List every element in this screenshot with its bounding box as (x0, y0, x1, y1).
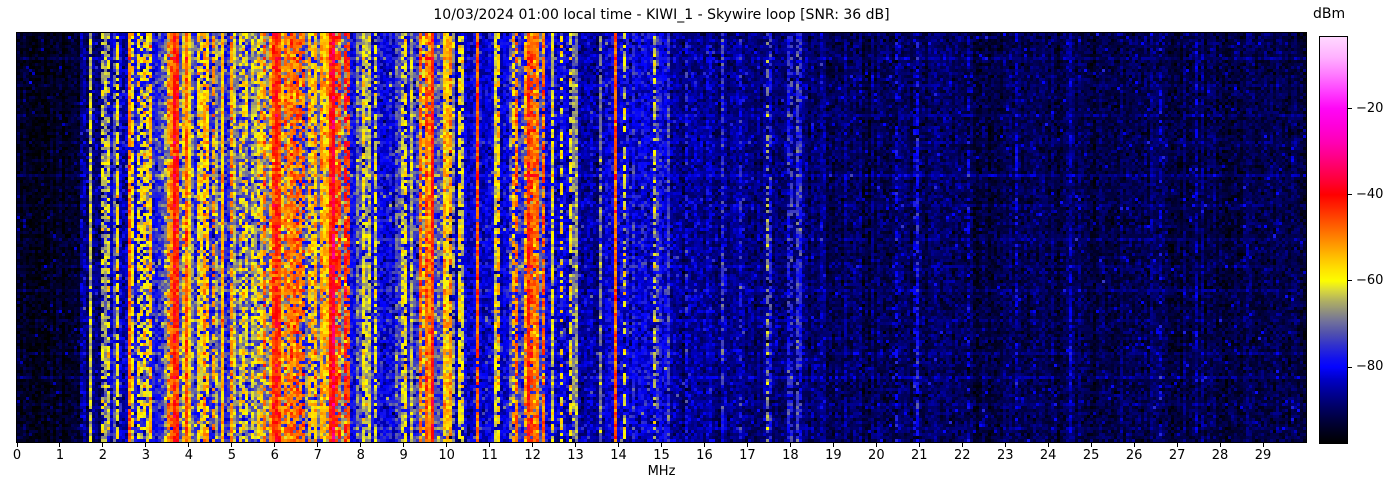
colorbar-tick-mark (1348, 280, 1352, 282)
x-tick-label: 15 (653, 448, 670, 463)
colorbar-tick-label: −20 (1356, 100, 1384, 116)
x-tick-label: 6 (270, 448, 279, 463)
x-tick-label: 8 (356, 448, 365, 463)
x-tick-label: 17 (739, 448, 756, 463)
x-tick-label: 9 (399, 448, 408, 463)
x-tick-label: 13 (567, 448, 584, 463)
colorbar-tick-label: −60 (1356, 272, 1384, 288)
x-tick-mark (59, 443, 61, 447)
x-tick-mark (1176, 443, 1178, 447)
x-tick-label: 16 (696, 448, 713, 463)
x-tick-mark (188, 443, 190, 447)
x-tick-label: 11 (481, 448, 498, 463)
x-tick-mark (746, 443, 748, 447)
x-tick-mark (575, 443, 577, 447)
x-tick-mark (875, 443, 877, 447)
x-tick-mark (1262, 443, 1264, 447)
colorbar-tick-mark (1348, 366, 1352, 368)
x-tick-mark (403, 443, 405, 447)
x-tick-mark (1133, 443, 1135, 447)
x-tick-mark (1047, 443, 1049, 447)
x-tick-label: 10 (438, 448, 455, 463)
x-tick-label: 25 (1082, 448, 1100, 463)
x-tick-label: 7 (313, 448, 322, 463)
x-tick-label: 3 (141, 448, 151, 463)
x-tick-mark (317, 443, 319, 447)
x-tick-label: 29 (1254, 448, 1272, 463)
x-tick-mark (16, 443, 18, 447)
x-tick-mark (661, 443, 662, 447)
x-tick-mark (145, 443, 147, 447)
x-tick-mark (532, 443, 534, 447)
x-tick-label: 22 (953, 448, 971, 463)
x-tick-mark (489, 443, 491, 447)
x-tick-mark (703, 443, 705, 447)
x-tick-label: 2 (98, 448, 108, 463)
spectrogram-canvas (17, 33, 1306, 442)
x-tick-label: 18 (782, 448, 799, 463)
colorbar-tick-label: −80 (1356, 359, 1384, 375)
x-axis-label: MHz (647, 464, 676, 479)
x-tick-label: 20 (868, 448, 885, 463)
x-tick-label: 5 (227, 448, 236, 463)
colorbar-unit-label: dBm (1313, 6, 1346, 22)
x-tick-mark (789, 443, 791, 447)
x-tick-label: 21 (911, 448, 928, 463)
x-tick-label: 0 (12, 448, 22, 463)
colorbar-tick-label: −40 (1356, 186, 1384, 202)
colorbar-gradient (1320, 37, 1347, 443)
spectrogram-figure: 10/03/2024 01:00 local time - KIWI_1 - S… (0, 0, 1400, 500)
x-tick-mark (618, 443, 620, 447)
x-tick-mark (360, 443, 362, 447)
x-tick-label: 14 (610, 448, 627, 463)
colorbar-tick-mark (1348, 108, 1352, 110)
chart-title: 10/03/2024 01:00 local time - KIWI_1 - S… (433, 7, 890, 23)
x-tick-label: 4 (184, 448, 193, 463)
colorbar (1319, 36, 1348, 444)
x-tick-label: 1 (55, 448, 65, 463)
x-tick-mark (231, 443, 233, 447)
x-tick-label: 26 (1125, 448, 1143, 463)
x-tick-mark (446, 443, 448, 447)
x-tick-mark (918, 443, 920, 447)
x-tick-label: 23 (996, 448, 1014, 463)
x-tick-mark (274, 443, 276, 447)
x-tick-mark (1219, 443, 1221, 447)
x-tick-mark (102, 443, 104, 447)
colorbar-tick-mark (1348, 194, 1352, 196)
x-tick-label: 28 (1211, 448, 1229, 463)
x-tick-mark (1004, 443, 1006, 447)
x-tick-label: 12 (524, 448, 541, 463)
x-tick-label: 24 (1039, 448, 1057, 463)
x-tick-mark (832, 443, 834, 447)
x-tick-mark (1090, 443, 1092, 447)
x-tick-label: 27 (1168, 448, 1186, 463)
x-tick-mark (961, 443, 963, 447)
x-tick-label: 19 (825, 448, 842, 463)
